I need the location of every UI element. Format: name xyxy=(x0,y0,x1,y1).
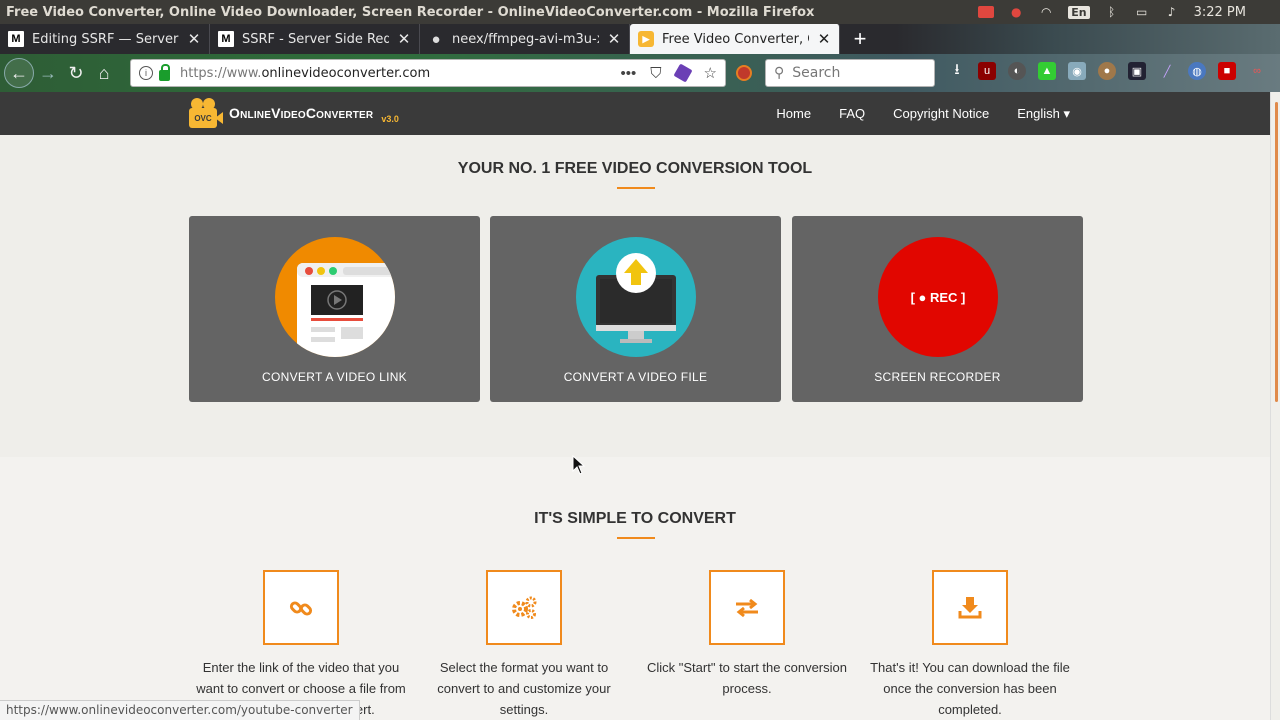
github-icon: ● xyxy=(431,30,441,48)
extension-icon[interactable]: ▲ xyxy=(1038,62,1056,80)
tab-label: Free Video Converter, O xyxy=(662,31,809,47)
status-bar-url: https://www.onlinevideoconverter.com/you… xyxy=(0,700,360,720)
camera-logo-icon: OVC xyxy=(189,98,223,128)
card-label: CONVERT A VIDEO FILE xyxy=(563,370,708,384)
card-label: SCREEN RECORDER xyxy=(874,370,1001,384)
wifi-icon[interactable]: ◠ xyxy=(1038,5,1054,19)
download-icon[interactable]: ⭳ xyxy=(948,61,966,80)
nav-faq-link[interactable]: FAQ xyxy=(839,106,865,121)
tab-label: Editing SSRF — Server S xyxy=(32,31,179,47)
volume-icon[interactable]: ♪ xyxy=(1164,5,1180,19)
extension-icon[interactable]: ◐ xyxy=(1008,62,1026,80)
close-icon[interactable]: ✕ xyxy=(607,31,621,48)
url-bar[interactable]: i https://www.onlinevideoconverter.com •… xyxy=(130,59,726,87)
bookmark-star-icon[interactable]: ☆ xyxy=(704,64,717,82)
steps-title: IT'S SIMPLE TO CONVERT xyxy=(534,510,736,527)
steps-section: IT'S SIMPLE TO CONVERT Enter the link of… xyxy=(0,457,1270,720)
convert-link-card[interactable]: CONVERT A VIDEO LINK xyxy=(189,216,480,402)
clock[interactable]: 3:22 PM xyxy=(1194,5,1246,20)
toolbar-extensions: ⭳ u ◐ ▲ ◉ ● ▣ ╱ ◍ ■ ∞ ≡ xyxy=(948,61,1280,80)
url-actions: ••• ⛉ ☆ xyxy=(621,63,717,83)
rec-icon: [ ● REC ] xyxy=(878,237,998,357)
screen-recorder-card[interactable]: [ ● REC ] SCREEN RECORDER xyxy=(792,216,1083,402)
extension-icon[interactable]: ▣ xyxy=(1128,62,1146,80)
extension-icon[interactable]: ∞ xyxy=(1248,62,1266,80)
medium-icon: M xyxy=(218,31,234,47)
system-tray: ● ◠ En ᛒ ▭ ♪ 3:22 PM xyxy=(978,0,1280,24)
convert-file-card[interactable]: CONVERT A VIDEO FILE xyxy=(490,216,781,402)
tab-label: neex/ffmpeg-avi-m3u-x xyxy=(452,31,599,47)
new-tab-button[interactable]: + xyxy=(846,26,874,52)
back-button[interactable]: ← xyxy=(4,58,34,88)
title-underline xyxy=(617,537,655,539)
forward-button[interactable]: → xyxy=(34,59,62,87)
keyboard-language[interactable]: En xyxy=(1068,5,1090,19)
close-icon[interactable]: ✕ xyxy=(187,31,201,48)
search-placeholder: Search xyxy=(792,65,841,81)
bluetooth-icon[interactable]: ᛒ xyxy=(1104,5,1120,19)
step-text: Select the format you want to convert to… xyxy=(437,660,611,717)
mouse-cursor-icon xyxy=(572,455,586,475)
download-icon xyxy=(932,570,1008,645)
step-text: Click "Start" to start the conversion pr… xyxy=(647,660,847,696)
search-input[interactable]: ⚲ Search xyxy=(765,59,935,87)
site-nav: Home FAQ Copyright Notice English ▾ xyxy=(776,92,1070,135)
gears-icon xyxy=(486,570,562,645)
extension-icon[interactable]: ╱ xyxy=(1158,62,1176,80)
close-icon[interactable]: ✕ xyxy=(397,31,411,48)
tab-bar: M Editing SSRF — Server S ✕ M SSRF - Ser… xyxy=(0,24,1280,54)
tab-editing-ssrf[interactable]: M Editing SSRF — Server S ✕ xyxy=(0,24,210,54)
search-icon: ⚲ xyxy=(774,65,785,81)
nav-copyright-link[interactable]: Copyright Notice xyxy=(893,106,989,121)
tab-ovc[interactable]: ▶ Free Video Converter, O ✕ xyxy=(630,24,840,54)
extension-icon[interactable]: ■ xyxy=(1218,62,1236,80)
update-icon[interactable]: ● xyxy=(1008,5,1024,19)
logo-version: v3.0 xyxy=(381,114,399,124)
hero-section: YOUR NO. 1 FREE VIDEO CONVERSION TOOL CO… xyxy=(0,135,1270,457)
exchange-icon xyxy=(709,570,785,645)
globe-icon[interactable]: ◍ xyxy=(1188,62,1206,80)
window-title: Free Video Converter, Online Video Downl… xyxy=(6,4,815,20)
rec-label: [ ● REC ] xyxy=(910,289,966,305)
ublock-icon[interactable]: u xyxy=(978,62,996,80)
extension-icon[interactable]: ◉ xyxy=(1068,62,1086,80)
video-file-icon xyxy=(576,237,696,357)
site-logo[interactable]: OVC OnlineVideoConverter v3.0 xyxy=(189,98,399,128)
logo-text: OnlineVideoConverter xyxy=(229,105,374,121)
reload-button[interactable]: ↻ xyxy=(62,59,90,87)
navigation-bar: ← → ↻ ⌂ i https://www.onlinevideoconvert… xyxy=(0,54,1280,92)
ovc-icon: ▶ xyxy=(638,31,654,47)
cookie-icon[interactable]: ● xyxy=(1098,62,1116,80)
site-header: OVC OnlineVideoConverter v3.0 Home FAQ C… xyxy=(0,92,1270,135)
info-icon[interactable]: i xyxy=(139,66,153,80)
extension-icon[interactable] xyxy=(672,63,693,83)
lock-icon[interactable] xyxy=(159,63,170,81)
camera-indicator-icon[interactable] xyxy=(978,5,995,19)
video-link-icon xyxy=(275,237,395,357)
battery-icon[interactable]: ▭ xyxy=(1134,5,1150,19)
pocket-icon[interactable]: ⛉ xyxy=(650,65,661,82)
extension-icon[interactable] xyxy=(736,65,752,81)
page-scrollbar[interactable] xyxy=(1270,92,1280,720)
link-icon xyxy=(263,570,339,645)
step-text: That's it! You can download the file onc… xyxy=(870,660,1070,717)
title-underline xyxy=(617,187,655,189)
card-label: CONVERT A VIDEO LINK xyxy=(262,370,407,384)
scrollbar-thumb[interactable] xyxy=(1275,102,1278,402)
tab-label: SSRF - Server Side Reque xyxy=(242,31,389,47)
tab-ssrf[interactable]: M SSRF - Server Side Reque ✕ xyxy=(210,24,420,54)
page-actions-icon[interactable]: ••• xyxy=(621,65,637,82)
hero-title: YOUR NO. 1 FREE VIDEO CONVERSION TOOL xyxy=(457,160,813,177)
language-dropdown[interactable]: English ▾ xyxy=(1017,106,1070,122)
home-button[interactable]: ⌂ xyxy=(90,59,118,87)
url-text[interactable]: https://www.onlinevideoconverter.com xyxy=(180,66,621,81)
nav-home-link[interactable]: Home xyxy=(776,106,811,121)
tab-github[interactable]: ● neex/ffmpeg-avi-m3u-x ✕ xyxy=(420,24,630,54)
close-icon[interactable]: ✕ xyxy=(817,31,831,48)
medium-icon: M xyxy=(8,31,24,47)
os-top-bar: Free Video Converter, Online Video Downl… xyxy=(0,0,1280,24)
